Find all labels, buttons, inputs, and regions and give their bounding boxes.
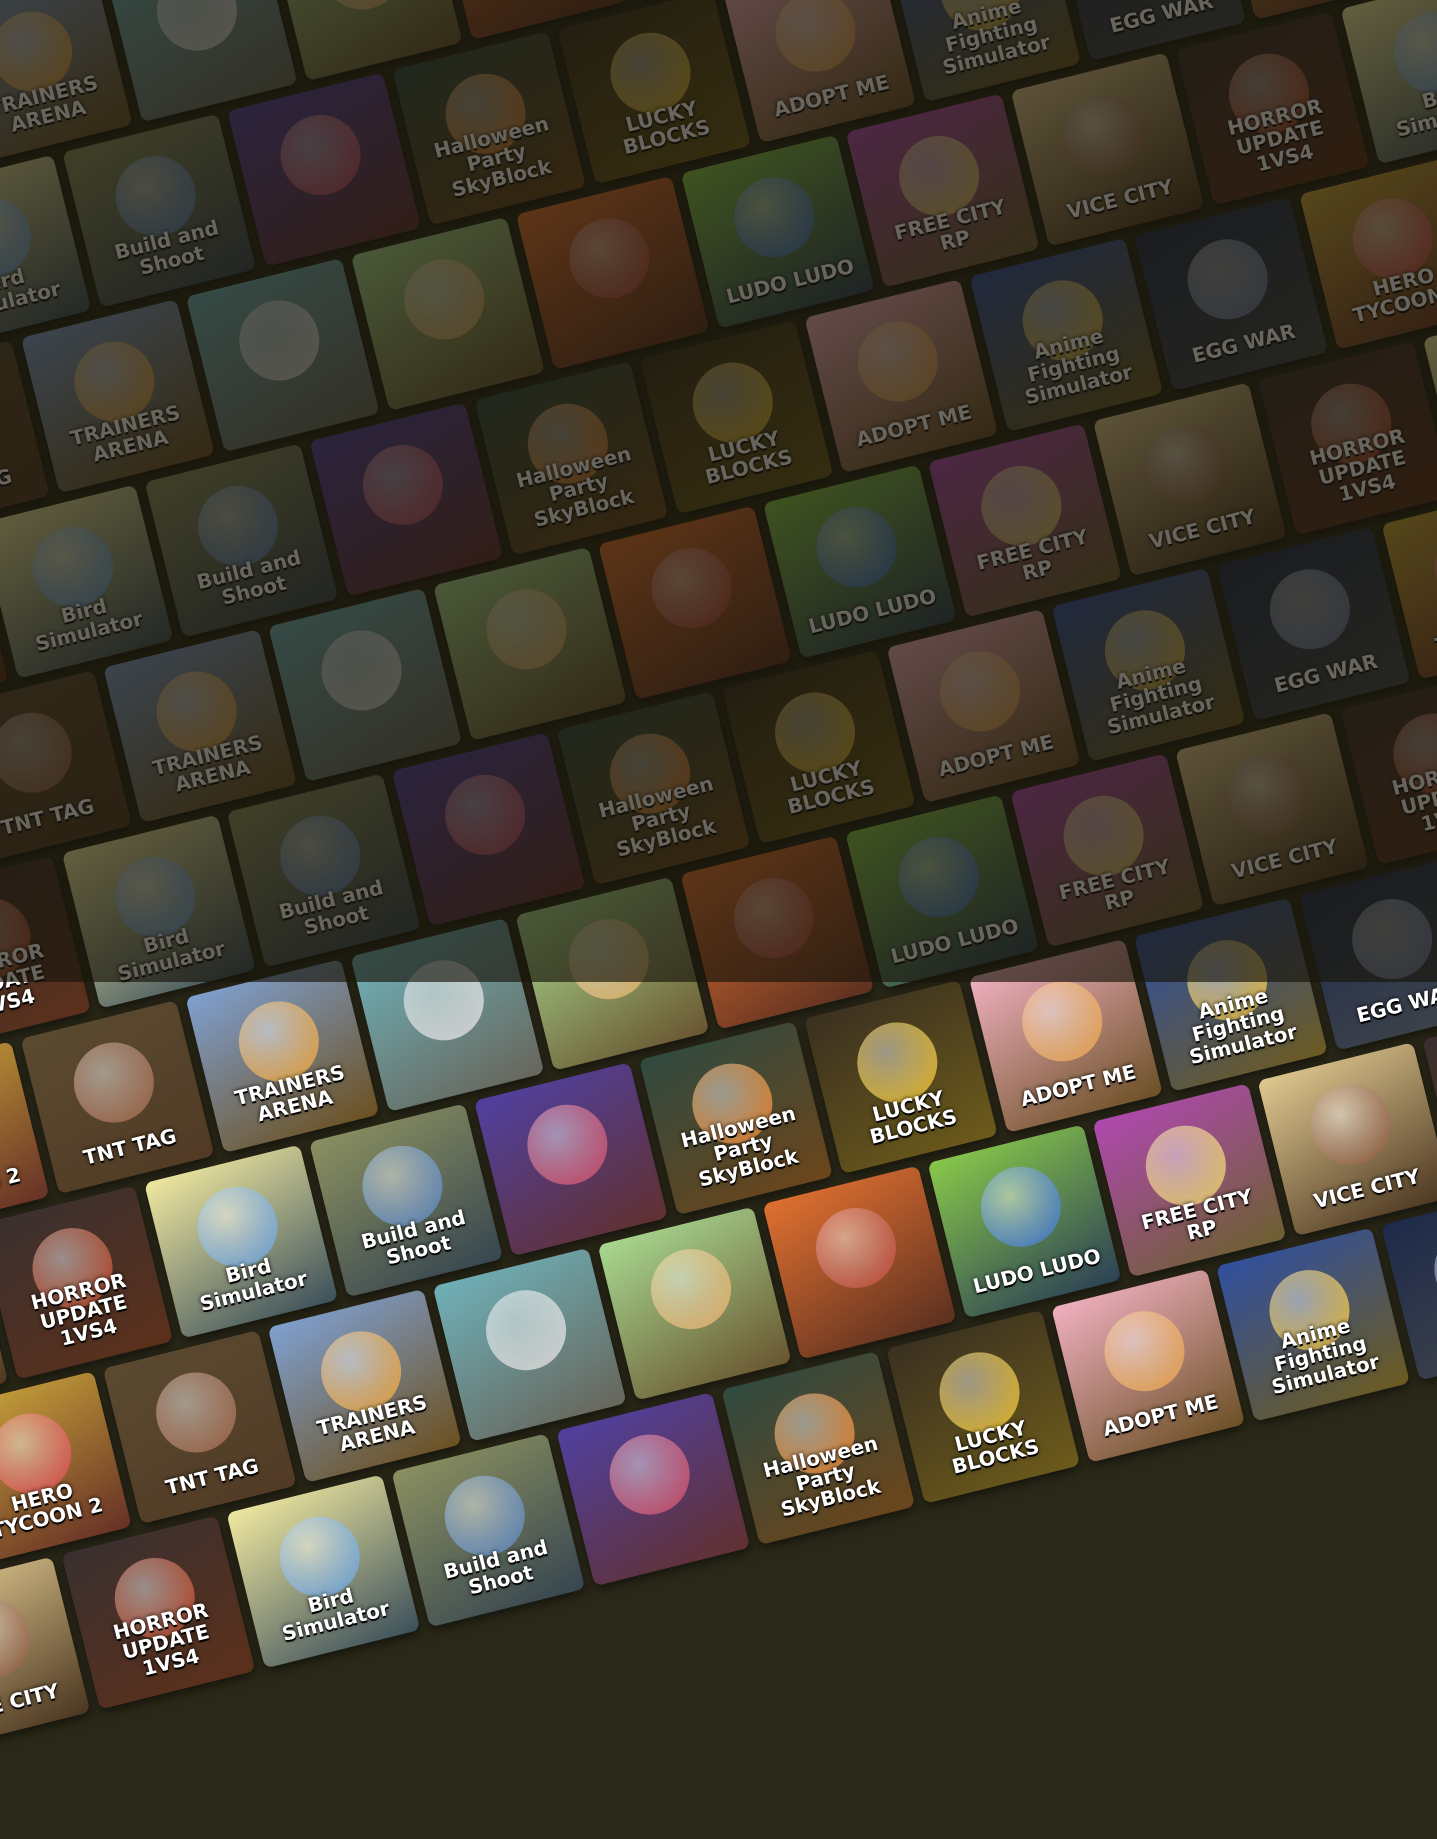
- thumbnail-art: [1425, 1220, 1437, 1318]
- thumbnail-art: [601, 1426, 699, 1524]
- game-thumbnail: TNT TAG: [20, 1000, 215, 1195]
- thumbnail-title: EGG WAR: [1416, 1305, 1437, 1361]
- thumbnail-title: HERO TYCOON 2: [0, 1162, 23, 1214]
- game-thumbnail: LUCKY BLOCKS: [803, 980, 998, 1174]
- game-thumbnail: TNT TAG: [102, 1330, 297, 1524]
- game-thumbnail: ADOPT ME: [1051, 1268, 1246, 1463]
- game-thumbnail: [762, 1165, 957, 1360]
- thumbnail-art: [642, 1240, 740, 1338]
- game-thumbnail: LUDO LUDO: [927, 1124, 1122, 1319]
- game-thumbnail: [556, 1392, 751, 1587]
- thumbnail-title: TNT TAG: [80, 1123, 179, 1170]
- game-thumbnail: [432, 1247, 627, 1442]
- thumbnail-art: [972, 1158, 1070, 1256]
- game-thumbnail: Bird Simulator: [226, 1474, 421, 1669]
- game-thumbnail: Build and Shoot: [391, 1433, 586, 1628]
- game-thumbnail: VICE CITY: [1257, 1042, 1437, 1237]
- game-thumbnail: LUCKY BLOCKS: [886, 1309, 1081, 1504]
- game-thumbnail: TRAINERS ARENA: [185, 959, 380, 1153]
- game-thumbnail: [597, 1206, 792, 1401]
- game-thumbnail: HORROR UPDATE 1VS4: [61, 1515, 256, 1710]
- game-thumbnail: Anime Fighting Simulator: [1216, 1227, 1411, 1422]
- game-thumbnail: Bird Simulator: [144, 1144, 339, 1339]
- thumbnail-title: VICE CITY: [1311, 1163, 1423, 1214]
- thumbnail-art: [807, 1199, 905, 1297]
- thumbnail-art: [0, 1590, 39, 1688]
- thumbnail-art: [147, 1363, 245, 1461]
- thumbnail-art: [477, 1281, 575, 1379]
- thumbnail-title: LUDO LUDO: [970, 1243, 1104, 1299]
- thumbnail-art: [518, 1096, 616, 1194]
- thumbnail-art: [1013, 972, 1111, 1070]
- game-thumbnail: Halloween Party SkyBlock: [638, 1021, 833, 1216]
- thumbnail-title: ADOPT ME: [1018, 1059, 1139, 1112]
- thumbnail-art: [1302, 1076, 1400, 1174]
- thumbnail-title: ADOPT ME: [1100, 1389, 1221, 1442]
- game-thumbnail: TRAINERS ARENA: [267, 1288, 462, 1483]
- thumbnail-title: TNT TAG: [163, 1453, 262, 1500]
- game-thumbnail: Halloween Party SkyBlock: [721, 1351, 916, 1545]
- game-thumbnail: Build and Shoot: [309, 1103, 504, 1298]
- game-thumbnail: FREE CITY RP: [1092, 1083, 1287, 1278]
- game-thumbnail: HORROR UPDATE 1VS4: [0, 1185, 174, 1380]
- dark-overlay: [0, 0, 1437, 982]
- thumbnail-art: [1096, 1302, 1193, 1400]
- thumbnail-title: EGG WAR: [1354, 978, 1437, 1028]
- thumbnail-art: [65, 1034, 163, 1132]
- thumbnail-title: VICE CITY: [0, 1678, 62, 1728]
- game-thumbnail: [474, 1062, 668, 1257]
